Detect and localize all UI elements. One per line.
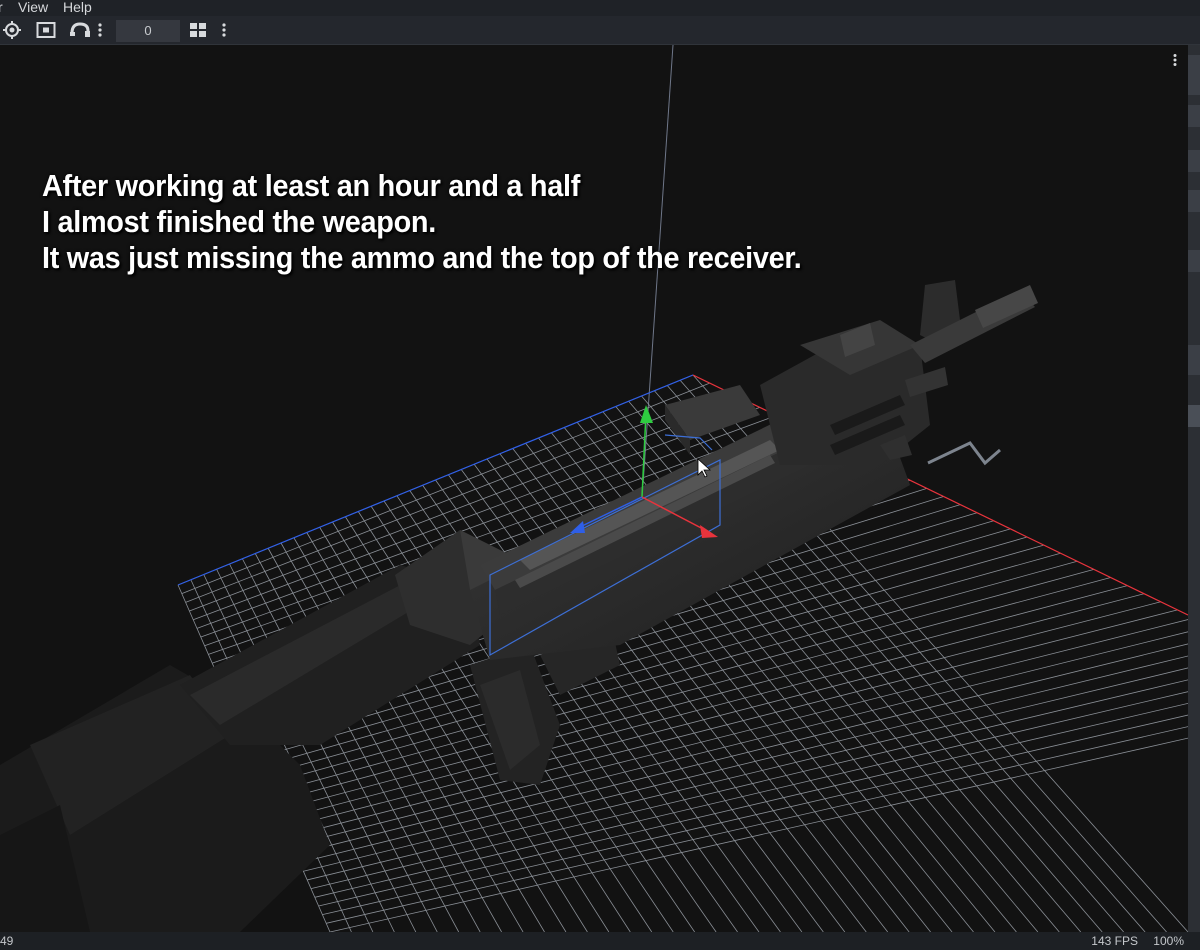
more-vertical-icon[interactable] (212, 20, 236, 40)
status-bar: 49 143 FPS 100% (0, 932, 1200, 950)
weapon-model (0, 280, 1038, 932)
side-panel-strip (1188, 45, 1200, 932)
layout-icon[interactable] (186, 20, 210, 40)
viewport-options-icon[interactable] (1172, 53, 1184, 69)
status-left-value: 49 (0, 934, 14, 948)
caption-text: After working at least an hour and a hal… (42, 168, 802, 276)
caption-line: I almost finished the weapon. (42, 204, 436, 239)
fps-counter: 143 FPS (1091, 934, 1138, 948)
caption-line: It was just missing the ammo and the top… (42, 240, 802, 275)
part-outline (927, 441, 1001, 466)
menu-item-view[interactable]: View (18, 0, 48, 14)
toolbar: 0 (0, 16, 1200, 45)
zoom-level: 100% (1153, 934, 1184, 948)
frame-counter-field[interactable]: 0 (116, 20, 180, 42)
frame-icon[interactable] (34, 20, 58, 40)
menu-item-partial[interactable]: r (0, 0, 3, 14)
menu-bar: r View Help (0, 0, 1200, 16)
caption-line: After working at least an hour and a hal… (42, 168, 581, 203)
snap-magnet-icon[interactable] (68, 20, 92, 40)
3d-viewport[interactable]: After working at least an hour and a hal… (0, 45, 1188, 932)
menu-item-help[interactable]: Help (63, 0, 92, 14)
more-vertical-icon[interactable] (94, 20, 106, 40)
target-icon[interactable] (0, 20, 24, 40)
